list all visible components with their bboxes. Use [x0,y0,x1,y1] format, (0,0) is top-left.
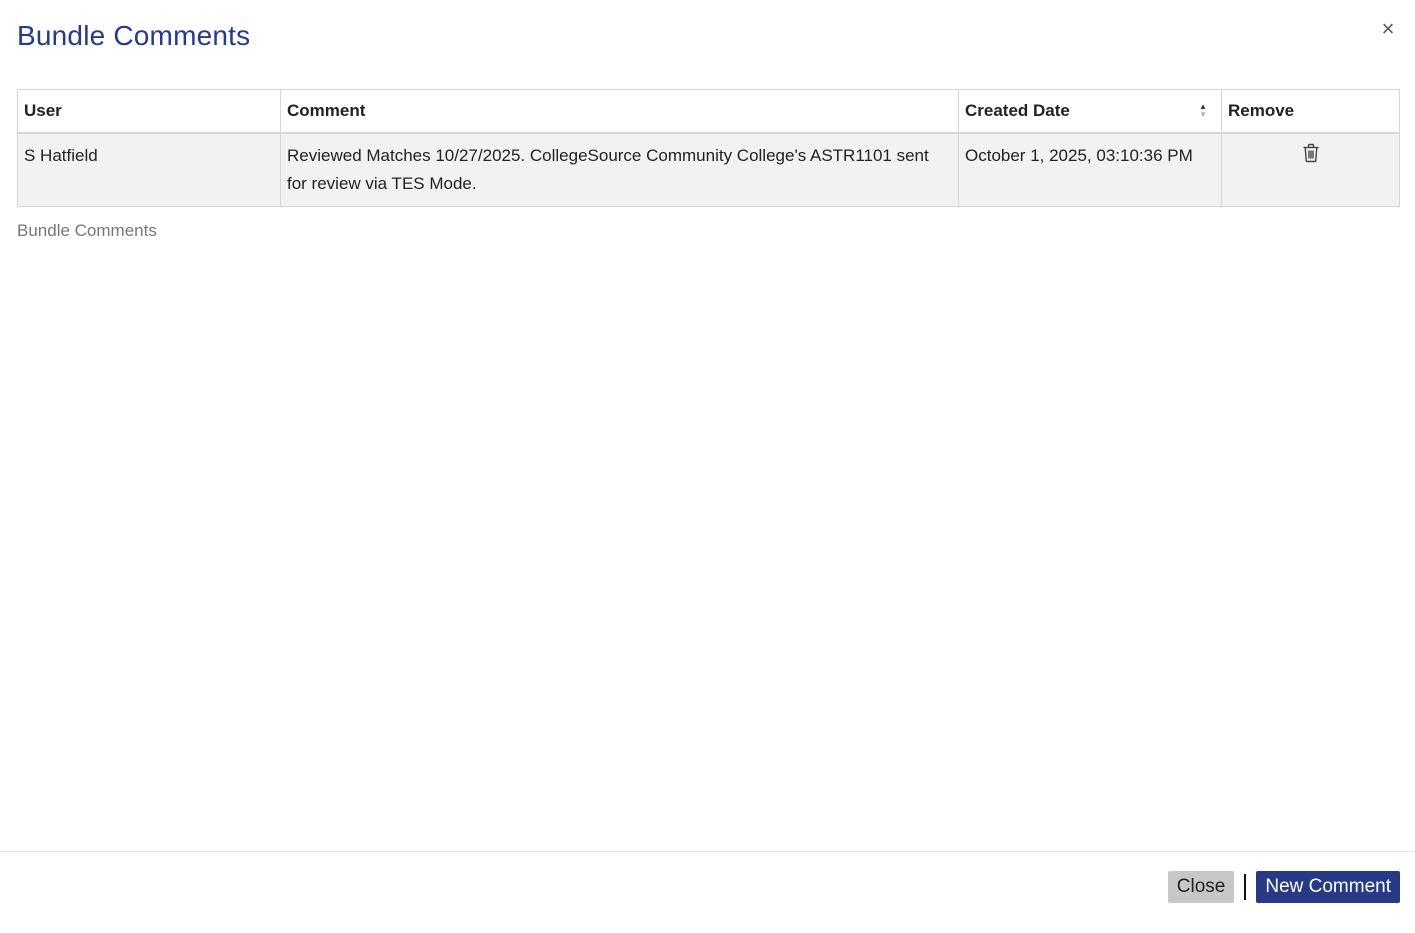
cell-user: S Hatfield [17,132,281,207]
cell-created-date: October 1, 2025, 03:10:36 PM [958,132,1222,207]
column-header-label: User [24,101,62,120]
table-header-row: User Comment Created Date ▲ ▼ Remove [17,89,1400,134]
modal-footer: Close New Comment [1167,871,1400,903]
trash-icon[interactable] [1302,143,1320,172]
new-comment-button[interactable]: New Comment [1256,871,1400,903]
comments-table-container: User Comment Created Date ▲ ▼ Remove S H… [17,89,1400,207]
bundle-comments-modal: Bundle Comments × User Comment Created D… [0,0,1415,933]
column-header-label: Comment [287,101,366,120]
column-header-user: User [17,89,281,134]
modal-title: Bundle Comments [17,20,251,51]
close-icon[interactable]: × [1377,18,1399,40]
column-header-created-date[interactable]: Created Date ▲ ▼ [958,89,1222,134]
cell-comment: Reviewed Matches 10/27/2025. CollegeSour… [280,132,959,207]
close-button[interactable]: Close [1167,871,1235,903]
comments-table: User Comment Created Date ▲ ▼ Remove S H… [17,89,1400,207]
bundle-comments-label: Bundle Comments [17,221,157,240]
column-header-comment: Comment [280,89,959,134]
footer-divider [0,851,1415,852]
column-header-label: Created Date [965,101,1070,120]
table-row: S Hatfield Reviewed Matches 10/27/2025. … [17,132,1400,207]
sort-icon[interactable]: ▲ ▼ [1199,103,1207,119]
button-separator [1244,874,1247,900]
column-header-label: Remove [1228,101,1295,120]
column-header-remove: Remove [1221,89,1400,134]
cell-remove [1221,132,1400,207]
